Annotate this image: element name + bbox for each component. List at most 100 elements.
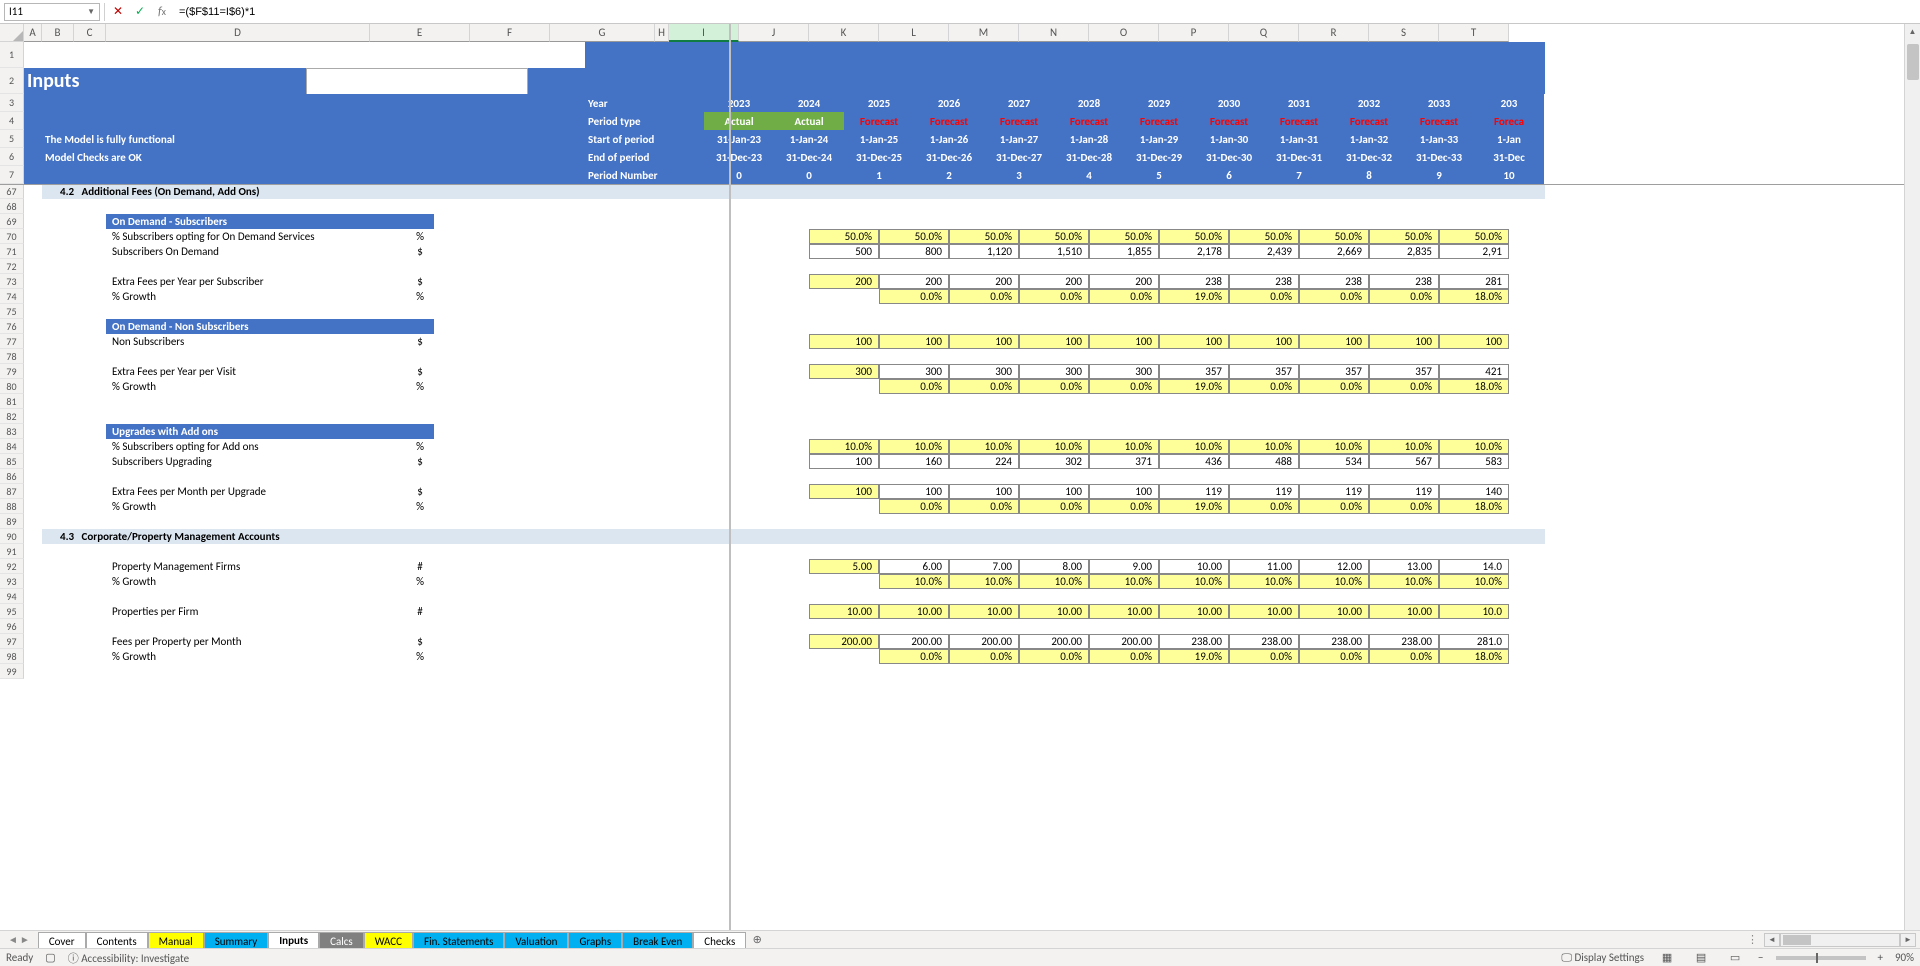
cell[interactable] [24,649,42,664]
header-value[interactable]: 31-Dec-33 [1404,148,1474,166]
data-cell[interactable]: 10.0% [1089,574,1159,589]
row-header[interactable]: 76 [0,319,24,334]
column-header-Q[interactable]: Q [1229,24,1299,42]
cell[interactable] [42,94,585,112]
header-value[interactable]: 1-Jan-33 [1404,130,1474,148]
data-cell[interactable]: 0.0% [1089,499,1159,514]
row-header[interactable]: 67 [0,184,24,199]
cell[interactable] [42,319,74,334]
cell[interactable] [470,274,550,289]
row-label[interactable]: Property Management Firms [106,559,370,574]
data-cell[interactable]: 18.0% [1439,289,1509,304]
row-header[interactable]: 71 [0,244,24,259]
cell[interactable] [24,424,42,439]
sheet-tab-graphs[interactable]: Graphs [568,932,622,950]
cell[interactable] [739,439,809,454]
data-cell[interactable]: 100 [1019,334,1089,349]
row-header[interactable]: 4 [0,112,24,130]
data-cell[interactable]: 11.00 [1229,559,1299,574]
header-value[interactable]: 3 [984,166,1054,184]
cell[interactable] [24,148,42,166]
period-type[interactable]: Actual [774,112,844,130]
unit[interactable]: % [370,229,470,244]
data-cell[interactable]: 1,510 [1019,244,1089,259]
data-cell[interactable]: 238.00 [1159,634,1229,649]
row-header[interactable]: 78 [0,349,24,364]
group-header[interactable]: On Demand - Non Subscribers [106,319,434,334]
row-header[interactable]: 91 [0,544,24,559]
cell[interactable] [74,649,106,664]
cell[interactable] [550,649,655,664]
row-header[interactable]: 73 [0,274,24,289]
data-cell[interactable]: 488 [1229,454,1299,469]
data-cell[interactable]: 0.0% [879,379,949,394]
row-header[interactable]: 6 [0,148,24,166]
data-cell[interactable]: 119 [1369,484,1439,499]
sheet-tab-contents[interactable]: Contents [86,932,148,950]
cell[interactable] [24,94,42,112]
data-cell[interactable]: 0.0% [1019,649,1089,664]
cell[interactable] [739,484,809,499]
sheet-tab-fin-statements[interactable]: Fin. Statements [413,932,504,950]
data-cell[interactable]: 500 [809,244,879,259]
data-cell[interactable]: 100 [879,484,949,499]
data-cell[interactable]: 100 [1159,334,1229,349]
cell[interactable] [24,394,1545,409]
cell[interactable] [550,454,655,469]
data-cell[interactable]: 50.0% [1019,229,1089,244]
row-header[interactable]: 90 [0,529,24,544]
period-type[interactable]: Forecast [984,112,1054,130]
row-header[interactable]: 79 [0,364,24,379]
period-type[interactable]: Forecast [1194,112,1264,130]
cell[interactable] [470,289,550,304]
header-value[interactable]: 31-Dec-25 [844,148,914,166]
data-cell[interactable]: 10.0% [809,439,879,454]
period-type[interactable]: Foreca [1474,112,1544,130]
cell[interactable] [24,544,1545,559]
data-cell[interactable]: 0.0% [1089,649,1159,664]
data-cell[interactable]: 0.0% [1229,649,1299,664]
unit[interactable]: % [370,499,470,514]
data-cell[interactable]: 10.0% [1019,574,1089,589]
cell[interactable] [809,289,879,304]
row-header[interactable]: 94 [0,589,24,604]
cell[interactable] [24,214,42,229]
unit[interactable]: # [370,604,470,619]
cell[interactable] [42,559,74,574]
data-cell[interactable]: 0.0% [1369,289,1439,304]
row-header[interactable]: 74 [0,289,24,304]
cell[interactable] [74,634,106,649]
row-label[interactable]: Properties per Firm [106,604,370,619]
cell[interactable] [74,244,106,259]
data-cell[interactable]: 302 [1019,454,1089,469]
row-label[interactable]: % Growth [106,289,370,304]
header-value[interactable]: 2028 [1054,94,1124,112]
cell[interactable] [655,634,669,649]
data-cell[interactable]: 436 [1159,454,1229,469]
row-header[interactable]: 68 [0,199,24,214]
data-cell[interactable]: 200 [879,274,949,289]
cell[interactable] [74,364,106,379]
data-cell[interactable]: 140 [1439,484,1509,499]
data-cell[interactable]: 119 [1229,484,1299,499]
row-label[interactable]: % Growth [106,649,370,664]
data-cell[interactable]: 0.0% [1299,379,1369,394]
unit[interactable]: % [370,649,470,664]
data-cell[interactable]: 0.0% [1369,499,1439,514]
header-value[interactable]: 2027 [984,94,1054,112]
cell[interactable] [24,484,42,499]
data-cell[interactable]: 200 [949,274,1019,289]
data-cell[interactable]: 9.00 [1089,559,1159,574]
data-cell[interactable]: 200 [1019,274,1089,289]
unit[interactable]: $ [370,484,470,499]
view-page-layout-icon[interactable]: ▤ [1690,951,1712,965]
column-header-N[interactable]: N [1019,24,1089,42]
data-cell[interactable]: 100 [1089,334,1159,349]
cell[interactable] [550,574,655,589]
header-value[interactable]: 31-Dec-32 [1334,148,1404,166]
hscroll-track[interactable] [1780,933,1900,947]
tab-split-icon[interactable]: ⋮ [1747,933,1758,946]
data-cell[interactable]: 18.0% [1439,379,1509,394]
row-header[interactable]: 80 [0,379,24,394]
sheet-tab-wacc[interactable]: WACC [364,932,413,950]
